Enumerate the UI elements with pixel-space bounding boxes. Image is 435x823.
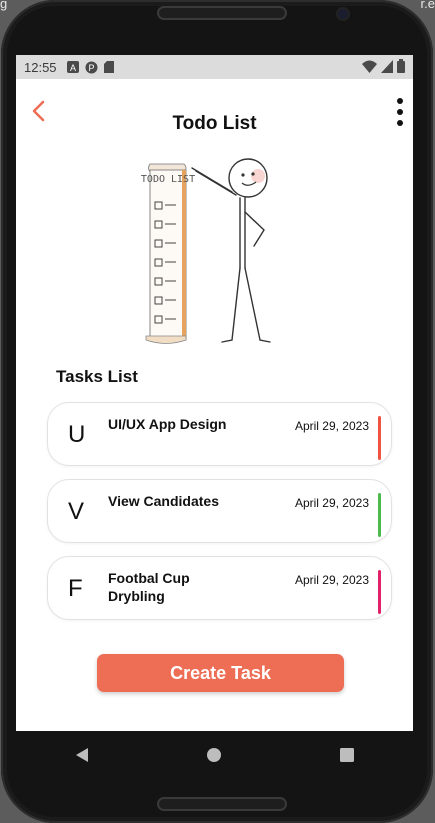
scroll-text: TODO LIST [141,174,195,185]
task-date: April 29, 2023 [294,573,369,587]
signal-icon [381,59,393,73]
front-camera [338,9,348,19]
nav-home-button[interactable] [194,735,234,775]
task-title: UI/UX App Design [108,416,227,432]
bottom-speaker [157,797,287,811]
wifi-icon [362,60,377,73]
sd-card-icon [103,61,114,73]
back-triangle-icon [76,748,89,762]
task-initial: F [68,575,83,602]
task-card[interactable]: U UI/UX App Design April 29, 2023 [47,402,392,466]
nav-back-button[interactable] [62,735,102,775]
task-title: View Candidates [108,493,220,509]
nav-recents-button[interactable] [327,735,367,775]
p-icon: P [85,61,98,73]
recents-square-icon [339,748,354,762]
task-priority-bar [378,570,381,614]
task-card[interactable]: F Footbal Cup Drybling April 29, 2023 [47,556,392,620]
task-title: Footbal Cup Drybling [108,570,190,604]
battery-icon [397,59,405,73]
task-date: April 29, 2023 [294,496,369,510]
svg-text:A: A [70,63,76,73]
background-text-left: g [0,0,8,11]
app-screen: 12:55 A P Todo List TODO LIST Tasks List… [16,55,413,779]
background-text-right: r.e [420,0,435,11]
app-bar: Todo List [16,79,413,151]
task-initial: U [68,421,86,448]
todo-illustration: TODO LIST [141,158,271,344]
task-date: April 29, 2023 [294,419,369,433]
system-navigation-bar [16,731,413,779]
task-priority-bar [378,493,381,537]
page-title: Todo List [172,113,257,134]
status-bar: 12:55 A P [16,55,413,79]
task-priority-bar [378,416,381,460]
more-options-button[interactable] [393,97,407,127]
svg-text:P: P [88,63,94,73]
a-icon: A [66,61,79,73]
top-speaker [157,6,287,20]
status-time: 12:55 [24,59,57,75]
home-circle-icon [207,748,222,762]
tasks-list-heading: Tasks List [56,367,138,386]
create-task-button[interactable]: Create Task [97,654,344,692]
task-initial: V [68,498,85,525]
more-vertical-icon [397,98,403,126]
task-card[interactable]: V View Candidates April 29, 2023 [47,479,392,543]
